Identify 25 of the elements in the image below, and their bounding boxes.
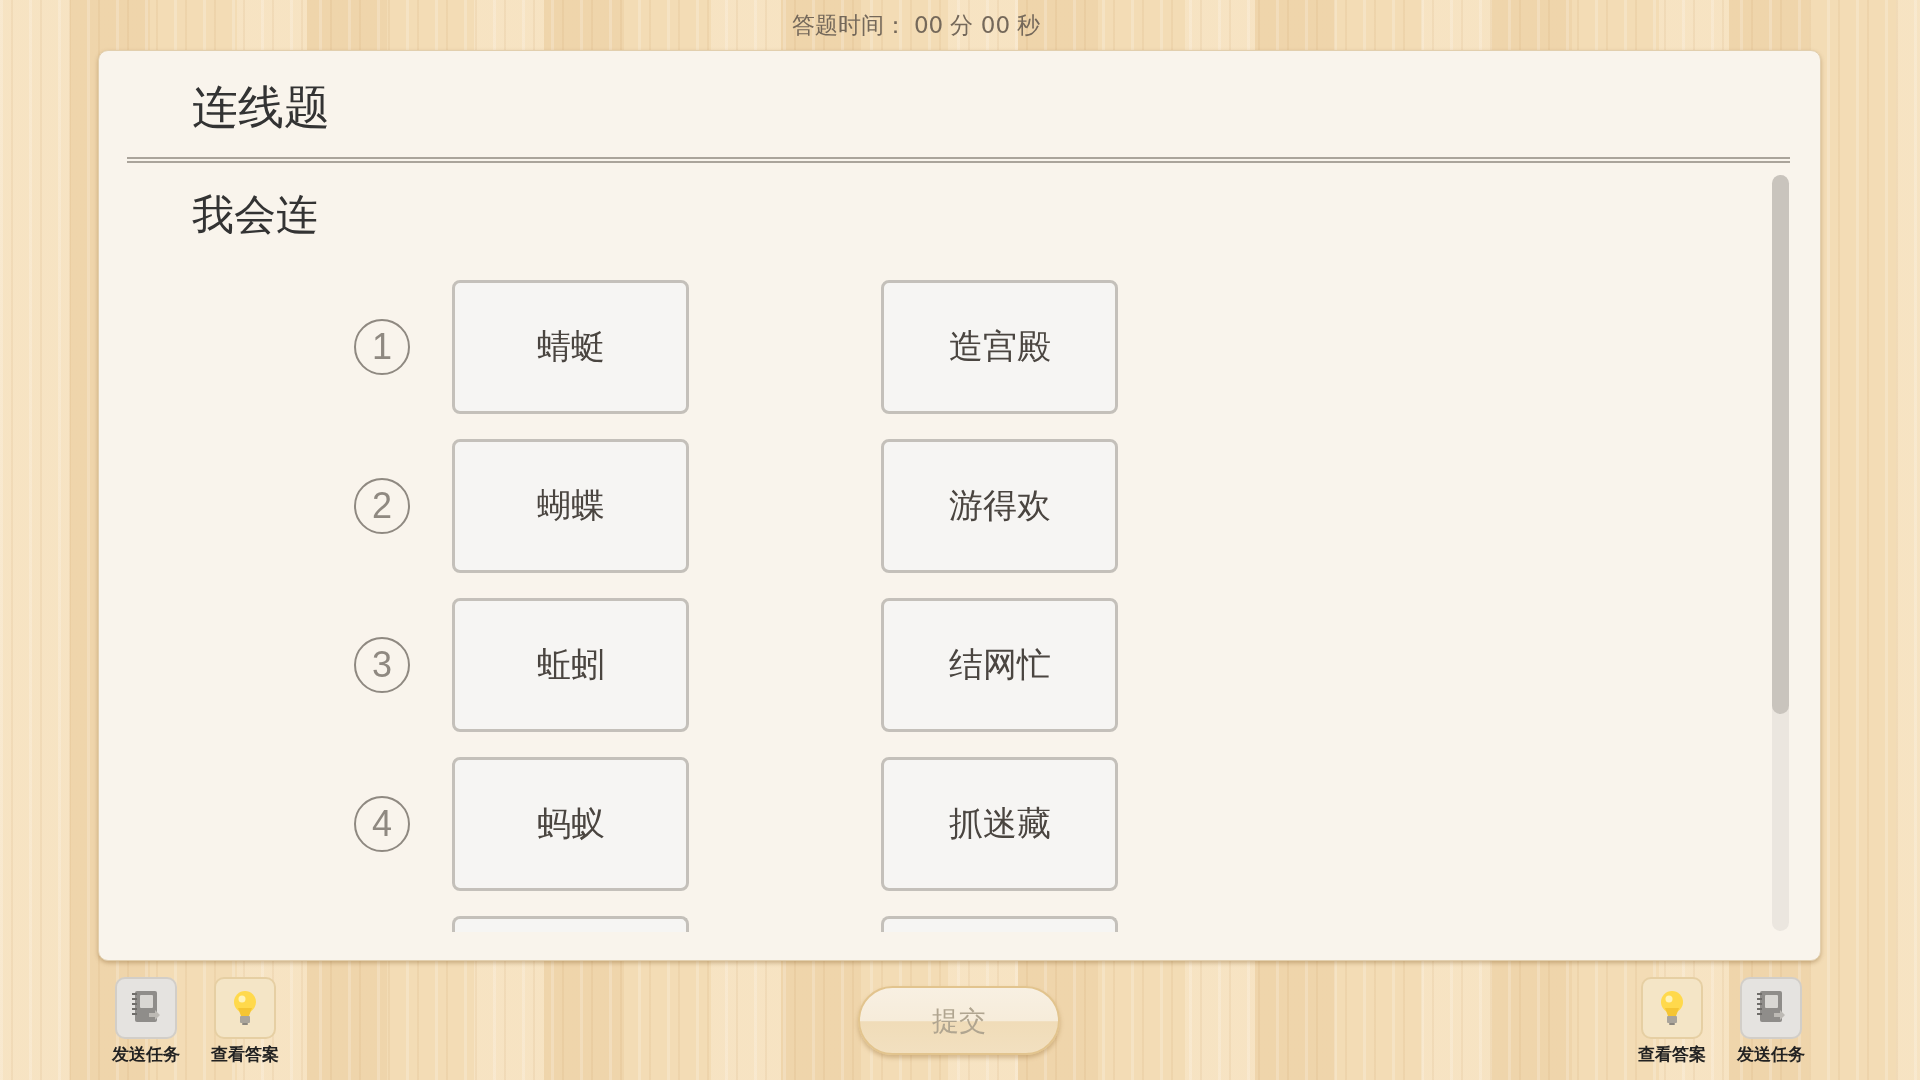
match-card[interactable]: 抓迷藏 — [881, 757, 1118, 891]
match-card[interactable]: 蚯蚓 — [452, 598, 689, 732]
question-type-title: 连线题 — [192, 79, 330, 135]
light-bulb-icon — [1641, 977, 1703, 1039]
item-number: 3 — [354, 637, 410, 693]
light-bulb-icon — [214, 977, 276, 1039]
match-card[interactable]: 游得欢 — [881, 439, 1118, 573]
question-prompt: 我会连 — [192, 190, 318, 240]
match-card[interactable]: 造宫殿 — [881, 280, 1118, 414]
view-answer-button[interactable]: 查看答案 — [1632, 977, 1712, 1067]
notebook-icon — [1740, 977, 1802, 1039]
view-answer-button[interactable]: 查看答案 — [205, 977, 285, 1067]
item-number: 1 — [354, 319, 410, 375]
match-card[interactable]: 蚂蚁 — [452, 757, 689, 891]
item-number: 2 — [354, 478, 410, 534]
send-task-button[interactable]: 发送任务 — [106, 977, 186, 1067]
match-card[interactable]: 蜻蜓 — [452, 280, 689, 414]
send-task-button[interactable]: 发送任务 — [1731, 977, 1811, 1067]
match-card[interactable]: 蝴蝶 — [452, 439, 689, 573]
match-card[interactable]: 结网忙 — [881, 598, 1118, 732]
notebook-icon — [115, 977, 177, 1039]
answer-timer: 答题时间： 00 分 00 秒 — [791, 11, 1041, 39]
scrollbar-thumb[interactable] — [1772, 175, 1789, 714]
scrollbar[interactable] — [1772, 175, 1789, 931]
item-number: 4 — [354, 796, 410, 852]
